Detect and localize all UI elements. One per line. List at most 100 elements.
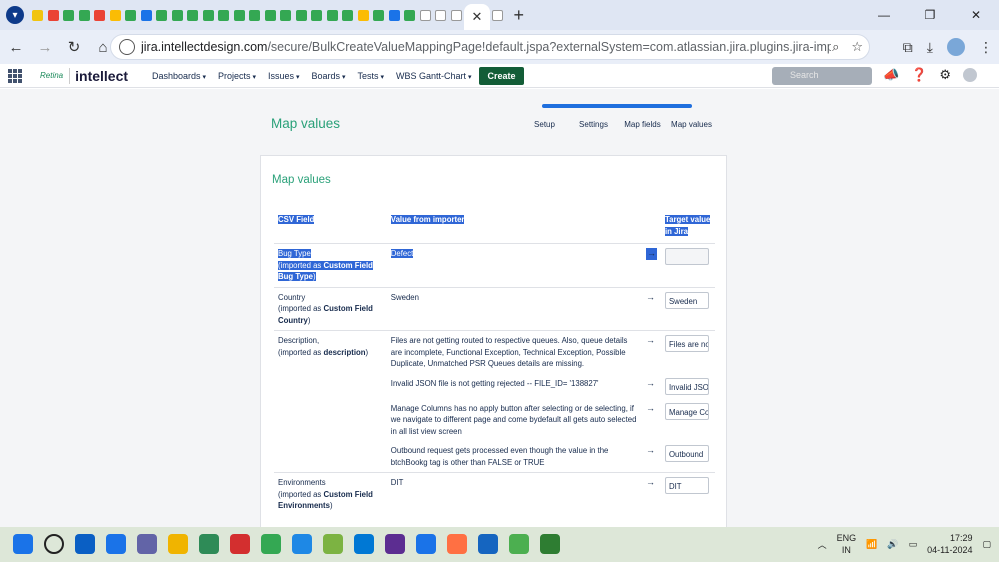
close-window-icon[interactable]: ✕ bbox=[953, 8, 999, 22]
bookmark-star-icon[interactable]: ☆ bbox=[851, 39, 863, 55]
taskbar-apps bbox=[13, 534, 560, 554]
taskbar-app-icon[interactable] bbox=[75, 534, 95, 554]
language-indicator[interactable]: ENG IN bbox=[837, 532, 857, 556]
clock[interactable]: 17:29 04-11-2024 bbox=[927, 532, 972, 556]
browser-tab[interactable] bbox=[433, 0, 449, 30]
notification-center-icon[interactable]: ▢ bbox=[982, 539, 991, 550]
taskbar-app-icon[interactable] bbox=[509, 534, 529, 554]
wifi-icon[interactable]: 📶 bbox=[866, 539, 877, 550]
create-button[interactable]: Create bbox=[479, 66, 524, 85]
back-icon[interactable]: ← bbox=[3, 39, 29, 56]
start-menu-icon[interactable] bbox=[13, 534, 33, 554]
profile-avatar[interactable] bbox=[947, 38, 965, 56]
browser-tab[interactable] bbox=[402, 0, 418, 30]
browser-tab[interactable] bbox=[325, 0, 341, 30]
browser-tab[interactable] bbox=[108, 0, 124, 30]
target-value-input[interactable]: Sweden bbox=[664, 291, 709, 309]
taskbar-app-icon[interactable] bbox=[540, 534, 560, 554]
taskbar-search-icon[interactable] bbox=[44, 534, 64, 554]
taskbar-app-icon[interactable] bbox=[199, 534, 219, 554]
address-bar[interactable]: jira.intellectdesign.com/secure/BulkCrea… bbox=[110, 34, 870, 60]
forward-icon[interactable]: → bbox=[32, 39, 58, 56]
step-map-values[interactable]: Map values bbox=[667, 119, 716, 130]
taskbar-app-icon[interactable] bbox=[106, 534, 126, 554]
volume-icon[interactable]: 🔊 bbox=[887, 539, 898, 550]
browser-tab[interactable] bbox=[139, 0, 155, 30]
taskbar-app-icon[interactable] bbox=[323, 534, 343, 554]
browser-tab[interactable] bbox=[278, 0, 294, 30]
target-value-input[interactable] bbox=[664, 248, 709, 265]
taskbar-app-icon[interactable] bbox=[168, 534, 188, 554]
browser-tab[interactable] bbox=[92, 0, 108, 30]
browser-tab[interactable] bbox=[418, 0, 434, 30]
browser-tab[interactable] bbox=[340, 0, 356, 30]
taskbar-app-icon[interactable] bbox=[354, 534, 374, 554]
taskbar-app-icon[interactable] bbox=[478, 534, 498, 554]
target-value-input[interactable]: Files are not bbox=[664, 335, 709, 352]
taskbar-app-icon[interactable] bbox=[416, 534, 436, 554]
taskbar-app-icon[interactable] bbox=[385, 534, 405, 554]
menu-issues[interactable]: Issues bbox=[268, 71, 299, 81]
active-tab-close-icon[interactable]: ✕ bbox=[464, 4, 490, 30]
tab-search-icon[interactable]: ▾ bbox=[6, 6, 24, 24]
browser-menu-icon[interactable]: ⋮ bbox=[979, 39, 993, 56]
notifications-icon[interactable]: 📣 bbox=[883, 67, 899, 83]
site-info-icon[interactable] bbox=[119, 39, 135, 55]
help-icon[interactable]: ❓ bbox=[911, 67, 927, 83]
browser-tab[interactable] bbox=[449, 0, 465, 30]
browser-tab[interactable] bbox=[263, 0, 279, 30]
extensions-icon[interactable]: ⧉ bbox=[903, 39, 913, 56]
taskbar-app-icon[interactable] bbox=[292, 534, 312, 554]
step-settings[interactable]: Settings bbox=[569, 119, 618, 130]
taskbar-app-icon[interactable] bbox=[137, 534, 157, 554]
zoom-icon[interactable]: ⌕ bbox=[832, 39, 839, 55]
browser-tab[interactable] bbox=[216, 0, 232, 30]
browser-tab[interactable] bbox=[154, 0, 170, 30]
user-avatar[interactable] bbox=[963, 68, 977, 82]
browser-tab[interactable] bbox=[46, 0, 62, 30]
taskbar-app-icon[interactable] bbox=[261, 534, 281, 554]
wizard-steps: Setup Settings Map fields Map values bbox=[520, 119, 716, 130]
new-tab-button[interactable]: + bbox=[514, 5, 525, 26]
browser-tab[interactable] bbox=[356, 0, 372, 30]
settings-gear-icon[interactable]: ⚙ bbox=[939, 67, 951, 83]
browser-tab[interactable] bbox=[232, 0, 248, 30]
search-input[interactable]: Search bbox=[772, 67, 872, 85]
browser-tab[interactable] bbox=[247, 0, 263, 30]
browser-tab[interactable] bbox=[123, 0, 139, 30]
browser-tab[interactable] bbox=[201, 0, 217, 30]
downloads-icon[interactable]: ⤓ bbox=[927, 39, 933, 56]
browser-tab[interactable] bbox=[185, 0, 201, 30]
browser-tab[interactable] bbox=[371, 0, 387, 30]
taskbar-app-icon[interactable] bbox=[447, 534, 467, 554]
target-value-input[interactable]: DIT bbox=[664, 477, 709, 494]
browser-tab[interactable] bbox=[387, 0, 403, 30]
step-setup[interactable]: Setup bbox=[520, 119, 569, 130]
map-values-panel: Map values CSV Field Value from importer… bbox=[260, 155, 727, 527]
menu-wbs-gantt-chart[interactable]: WBS Gantt-Chart bbox=[396, 71, 472, 81]
battery-icon[interactable]: ▭ bbox=[909, 539, 918, 550]
browser-tab[interactable] bbox=[77, 0, 93, 30]
menu-projects[interactable]: Projects bbox=[218, 71, 256, 81]
logo[interactable]: Retina intellect bbox=[40, 67, 128, 84]
step-map-fields[interactable]: Map fields bbox=[618, 119, 667, 130]
browser-tab[interactable] bbox=[309, 0, 325, 30]
browser-tab[interactable] bbox=[30, 0, 46, 30]
browser-tab[interactable] bbox=[61, 0, 77, 30]
browser-tab[interactable] bbox=[490, 0, 506, 30]
menu-boards[interactable]: Boards bbox=[312, 71, 346, 81]
menu-dashboards[interactable]: Dashboards bbox=[152, 71, 206, 81]
target-value-input[interactable]: Invalid JSON bbox=[664, 377, 709, 395]
minimize-icon[interactable]: — bbox=[861, 8, 907, 22]
taskbar-app-icon[interactable] bbox=[230, 534, 250, 554]
app-switcher-icon[interactable] bbox=[8, 68, 22, 83]
chevron-up-icon[interactable]: ︿ bbox=[818, 538, 827, 551]
restore-icon[interactable]: ❐ bbox=[907, 8, 953, 22]
browser-tab[interactable] bbox=[294, 0, 310, 30]
url-text[interactable]: jira.intellectdesign.com/secure/BulkCrea… bbox=[141, 40, 831, 54]
browser-tab[interactable] bbox=[170, 0, 186, 30]
reload-icon[interactable]: ↻ bbox=[61, 38, 87, 56]
menu-tests[interactable]: Tests bbox=[358, 71, 384, 81]
target-value-input[interactable]: Outbound bbox=[664, 445, 709, 462]
target-value-input[interactable]: Manage Col bbox=[664, 402, 709, 420]
